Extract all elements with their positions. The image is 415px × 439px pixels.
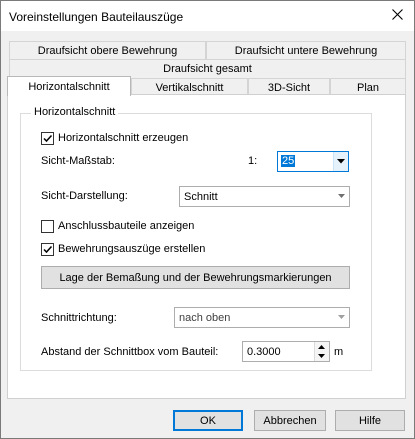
view-scale-dropdown-button[interactable] (333, 152, 348, 171)
tab-label: Draufsicht untere Bewehrung (234, 45, 378, 57)
checkmark-icon (43, 134, 53, 143)
cancel-label: Abbrechen (263, 414, 317, 427)
dialog-window: Voreinstellungen Bauteilauszüge Draufsic… (0, 0, 415, 439)
checkmark-icon (43, 245, 53, 254)
tab-draufsicht-obere-bewehrung[interactable]: Draufsicht obere Bewehrung (9, 41, 206, 60)
chevron-up-icon[interactable] (318, 345, 325, 349)
distance-value: 0.3000 (247, 346, 281, 358)
create-section-checkbox[interactable] (41, 132, 54, 145)
help-label: Hilfe (358, 414, 381, 427)
title-bar: Voreinstellungen Bauteilauszüge (1, 1, 414, 31)
cancel-button[interactable]: Abbrechen (254, 410, 326, 431)
view-scale-label: Sicht-Maßstab: (41, 155, 115, 167)
tab-draufsicht-untere-bewehrung[interactable]: Draufsicht untere Bewehrung (206, 41, 406, 60)
tab-label: Plan (356, 82, 380, 94)
view-display-value: Schnitt (184, 191, 218, 203)
connect-parts-label: Anschlussbauteile anzeigen (58, 220, 195, 232)
chevron-down-icon (337, 159, 345, 164)
create-rebar-label: Bewehrungsauszüge erstellen (58, 243, 206, 255)
tab-label: Draufsicht gesamt (163, 63, 252, 75)
cut-direction-select[interactable]: nach oben (174, 307, 350, 328)
chevron-down-icon[interactable] (318, 354, 325, 358)
tab-label: Draufsicht obere Bewehrung (37, 45, 178, 57)
chevron-down-icon (338, 194, 345, 198)
distance-spinbox[interactable]: 0.3000 (242, 341, 330, 362)
cut-direction-label: Schnittrichtung: (41, 312, 117, 324)
view-display-label: Sicht-Darstellung: (41, 190, 128, 202)
distance-unit: m (334, 346, 344, 358)
view-scale-value: 25 (281, 155, 296, 167)
cut-direction-value: nach oben (179, 312, 231, 324)
close-icon (391, 9, 403, 23)
view-display-select[interactable]: Schnitt (179, 186, 350, 207)
create-rebar-checkbox[interactable] (41, 243, 54, 256)
view-scale-combobox[interactable]: 25 (277, 151, 349, 172)
tab-horizontalschnitt[interactable]: Horizontalschnitt (7, 76, 131, 96)
connect-parts-checkbox[interactable] (41, 220, 54, 233)
create-section-label: Horizontalschnitt erzeugen (58, 132, 189, 144)
group-title: Horizontalschnitt (31, 106, 119, 118)
ok-button[interactable]: OK (173, 410, 243, 431)
tab-label: Vertikalschnitt (155, 82, 224, 94)
distance-spin-buttons[interactable] (314, 342, 329, 361)
help-button[interactable]: Hilfe (335, 410, 405, 431)
dialog-footer: OK Abbrechen Hilfe (1, 401, 414, 438)
tab-label: 3D-Sicht (267, 82, 311, 94)
close-button[interactable] (380, 1, 414, 31)
distance-label: Abstand der Schnittbox vom Bauteil: (41, 346, 219, 358)
window-title: Voreinstellungen Bauteilauszüge (9, 10, 184, 24)
dimension-position-button[interactable]: Lage der Bemaßung und der Bewehrungsmark… (41, 266, 350, 289)
view-scale-prefix: 1: (248, 155, 258, 167)
ok-label: OK (200, 414, 216, 427)
tab-label: Horizontalschnitt (28, 80, 110, 93)
chevron-down-icon (338, 315, 345, 319)
dimension-position-label: Lage der Bemaßung und der Bewehrungsmark… (59, 271, 332, 284)
